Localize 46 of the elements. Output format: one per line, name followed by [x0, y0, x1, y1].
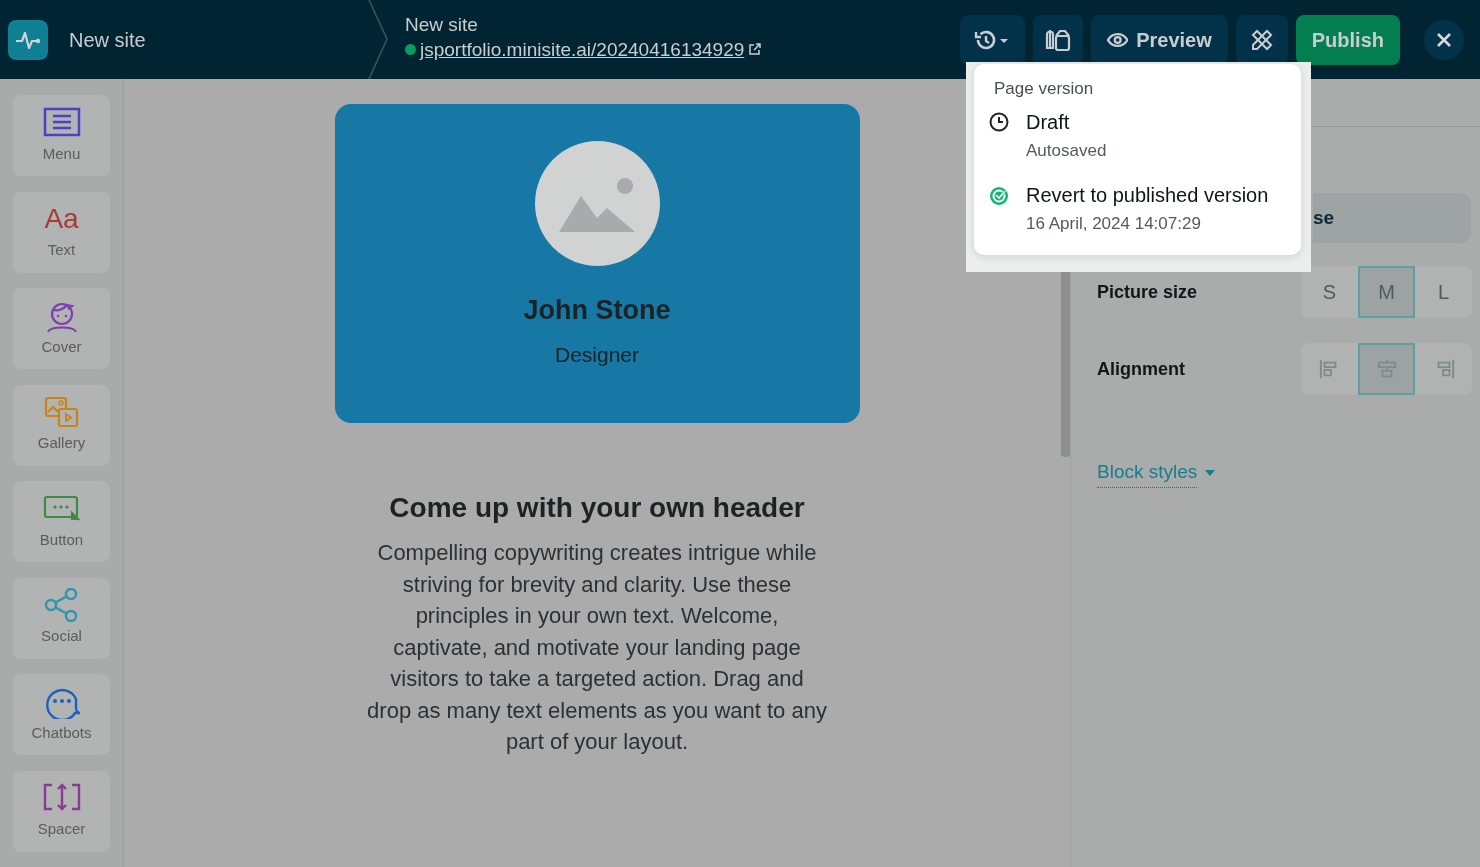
sidebar-item[interactable]: Spacer — [13, 770, 110, 852]
section-heading: Come up with your own header — [389, 491, 805, 525]
align-icon — [1375, 358, 1398, 380]
version-item[interactable]: Draft Autosaved — [988, 109, 1281, 163]
design-tools-button[interactable] — [1235, 14, 1288, 65]
pencil-ruler-icon — [1249, 27, 1274, 52]
history-button[interactable] — [959, 14, 1025, 65]
page-title: New site — [405, 14, 479, 36]
sidebar-item[interactable]: Aa Text — [13, 191, 110, 273]
sidebar-item[interactable]: Cover — [13, 288, 110, 369]
sidebar-item[interactable]: Chatbots — [13, 674, 110, 755]
action-button[interactable]: se — [1313, 193, 1471, 243]
clock-icon — [988, 111, 1010, 134]
profile-name: John Stone — [523, 294, 671, 327]
version-subtitle: 16 April, 2024 14:07:29 — [1026, 213, 1202, 235]
version-title: Revert to published version — [1026, 183, 1269, 207]
sidebar-item[interactable]: Button — [13, 481, 110, 562]
size-option[interactable]: S — [1301, 266, 1358, 318]
caret-icon — [1205, 469, 1216, 476]
setting-label: Picture size — [1097, 280, 1199, 304]
divider-chevron-icon — [367, 0, 389, 79]
body-paragraph: Compelling copywriting creates intrigue while striving for brevity and clarity. Use these principles in your own text. Welcome, captivate, and motivate your landing page visitors to take a targeted action. Drag and drop as many text elements as you want to any part of your layout. — [367, 539, 827, 756]
external-link-icon — [748, 43, 762, 57]
setting-label: Alignment — [1097, 357, 1186, 381]
eye-icon — [1106, 31, 1129, 48]
pages-button[interactable] — [1032, 14, 1083, 65]
version-title: Draft — [1026, 109, 1071, 134]
size-option[interactable]: L — [1415, 266, 1472, 318]
close-button[interactable] — [1424, 19, 1464, 60]
block-styles-link[interactable]: Block styles — [1097, 458, 1198, 488]
site-name: New site — [69, 27, 147, 53]
version-item[interactable]: Revert to published version 16 April, 2024 14:07:29 — [988, 183, 1281, 237]
close-icon — [1436, 31, 1452, 48]
sidebar-item[interactable]: Gallery — [13, 384, 110, 466]
sidebar-item[interactable]: Menu — [13, 95, 110, 176]
version-subtitle: Autosaved — [1026, 139, 1107, 162]
text-block-icon: Aa — [44, 202, 79, 237]
logo-icon[interactable] — [8, 19, 48, 60]
site-url-link[interactable]: jsportfolio.minisite.ai/20240416134929 — [420, 35, 745, 65]
sidebar-item[interactable]: Social — [13, 577, 110, 659]
menu-title: Page version — [994, 78, 1095, 100]
publish-button[interactable]: Publish — [1295, 14, 1400, 65]
check-circle-icon — [988, 184, 1010, 207]
preview-button[interactable]: Preview — [1090, 14, 1228, 65]
profile-role: Designer — [554, 341, 639, 368]
size-option[interactable]: M — [1358, 266, 1415, 318]
